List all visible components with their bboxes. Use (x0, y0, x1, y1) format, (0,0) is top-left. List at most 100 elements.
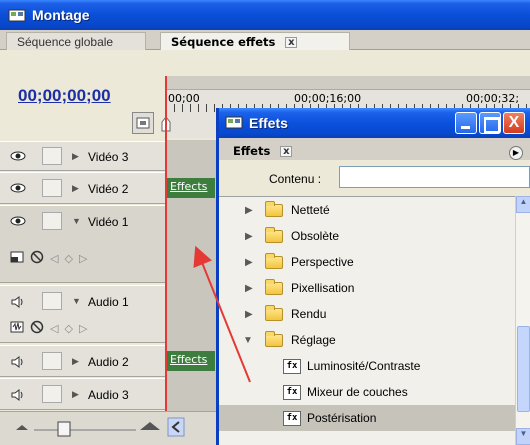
speaker-icon[interactable] (10, 355, 26, 369)
prev-keyframe-icon[interactable]: ◁ (50, 322, 58, 335)
tree-folder-pixellisation[interactable]: ▶ Pixellisation (219, 275, 515, 301)
playhead-line[interactable] (165, 76, 167, 411)
tree-item-label: Postérisation (307, 411, 377, 425)
close-button[interactable]: X (503, 112, 525, 134)
tab-close-button[interactable]: x (285, 37, 298, 48)
tree-effect-posterisation[interactable]: fx Postérisation (219, 405, 515, 431)
track-lock-toggle[interactable] (42, 212, 62, 230)
eye-icon[interactable] (10, 214, 26, 228)
expand-triangle-icon[interactable]: ▶ (245, 231, 253, 242)
track-lock-toggle[interactable] (42, 292, 62, 310)
speaker-icon[interactable] (10, 295, 26, 309)
folder-icon (265, 304, 283, 321)
effets-window: Effets X Effets x ▶ Contenu : ▶ Netteté … (216, 108, 530, 445)
tree-folder-reglage[interactable]: ▼ Réglage (219, 327, 515, 353)
collapse-triangle-icon[interactable]: ▼ (72, 296, 81, 306)
track-name: Audio 2 (88, 355, 129, 369)
clip-effects-video-2[interactable]: Effects (167, 178, 215, 198)
effects-tree: ▶ Netteté ▶ Obsolète ▶ Perspective ▶ Pix… (219, 196, 515, 445)
track-lock-toggle[interactable] (42, 385, 62, 403)
track-name: Vidéo 3 (88, 150, 129, 164)
expand-triangle-icon[interactable]: ▶ (72, 356, 79, 367)
next-keyframe-icon[interactable]: ▷ (79, 322, 87, 335)
montage-app-icon (8, 7, 26, 23)
effets-titlebar[interactable]: Effets X (219, 108, 530, 138)
keyframe-controls: ◁ ◇ ▷ (10, 320, 87, 337)
track-name: Audio 3 (88, 388, 129, 402)
eye-icon[interactable] (10, 181, 26, 195)
keyframe-toggle-icon[interactable] (30, 250, 44, 267)
expand-triangle-icon[interactable]: ▶ (245, 283, 253, 294)
tree-folder-perspective[interactable]: ▶ Perspective (219, 249, 515, 275)
eye-icon[interactable] (10, 149, 26, 163)
folder-icon (265, 226, 283, 243)
effets-app-icon (225, 114, 243, 133)
folder-icon (265, 252, 283, 269)
expand-triangle-icon[interactable]: ▶ (245, 309, 253, 320)
tree-item-label: Perspective (291, 255, 354, 269)
speaker-icon[interactable] (10, 388, 26, 402)
folder-icon (265, 330, 283, 347)
timecode-display[interactable]: 00;00;00;00 (18, 86, 111, 106)
add-keyframe-icon[interactable]: ◇ (64, 322, 72, 335)
keyframe-toggle-icon[interactable] (30, 320, 44, 337)
scroll-down-button[interactable]: ▼ (516, 428, 530, 445)
folder-icon (265, 278, 283, 295)
clip-effects-audio-2[interactable]: Effects (167, 351, 215, 371)
next-keyframe-icon[interactable]: ▷ (79, 252, 87, 265)
collapse-triangle-icon[interactable]: ▼ (243, 335, 253, 346)
tree-item-label: Réglage (291, 333, 336, 347)
tree-item-label: Obsolète (291, 229, 340, 243)
tab-sequence-globale-label: Séquence globale (17, 35, 114, 49)
tree-item-label: Luminosité/Contraste (307, 359, 421, 373)
prev-keyframe-icon[interactable]: ◁ (50, 252, 58, 265)
tree-folder-nettete[interactable]: ▶ Netteté (219, 197, 515, 223)
tab-sequence-globale[interactable]: Séquence globale (6, 32, 146, 50)
expand-triangle-icon[interactable]: ▶ (72, 183, 79, 194)
collapse-triangle-icon[interactable]: ▼ (72, 216, 81, 226)
expand-triangle-icon[interactable]: ▶ (72, 389, 79, 400)
tree-item-label: Netteté (291, 203, 330, 217)
track-name: Vidéo 2 (88, 182, 129, 196)
track-lock-toggle[interactable] (42, 179, 62, 197)
track-lock-toggle[interactable] (42, 352, 62, 370)
track-audio-3[interactable]: ▶ Audio 3 (0, 378, 165, 410)
contenu-search-input[interactable] (339, 166, 530, 188)
waveform-icon[interactable] (10, 320, 24, 337)
scroll-up-button[interactable]: ▲ (516, 196, 530, 213)
maximize-button[interactable] (479, 112, 501, 134)
panel-menu-icon[interactable]: ▶ (509, 146, 523, 160)
track-audio-2[interactable]: ▶ Audio 2 (0, 345, 165, 377)
track-audio-1[interactable]: ▼ Audio 1 ◁ ◇ ▷ (0, 285, 165, 343)
zoom-slider[interactable] (0, 412, 210, 442)
tab-effets[interactable]: Effets x (233, 144, 293, 158)
expand-triangle-icon[interactable]: ▶ (72, 151, 79, 162)
folder-icon (265, 200, 283, 217)
add-keyframe-icon[interactable]: ◇ (64, 252, 72, 265)
vertical-scrollbar[interactable]: ▲ ▼ (515, 196, 530, 445)
track-video-2[interactable]: ▶ Vidéo 2 (0, 172, 165, 204)
tree-folder-rendu[interactable]: ▶ Rendu (219, 301, 515, 327)
tree-folder-obsolete[interactable]: ▶ Obsolète (219, 223, 515, 249)
track-lock-toggle[interactable] (42, 147, 62, 165)
tab-sequence-effets[interactable]: Séquence effets x (160, 32, 350, 50)
tab-close-button[interactable]: x (280, 146, 293, 157)
track-video-1[interactable]: ▼ Vidéo 1 ◁ ◇ ▷ (0, 205, 165, 283)
tree-effect-luminosite-contraste[interactable]: fx Luminosité/Contraste (219, 353, 515, 379)
tree-item-label: Mixeur de couches (307, 385, 408, 399)
display-style-icon[interactable] (10, 250, 24, 267)
tree-effect-mixeur-de-couches[interactable]: fx Mixeur de couches (219, 379, 515, 405)
montage-tabstrip: Séquence globale Séquence effets x (0, 30, 530, 50)
work-area-bar[interactable] (166, 76, 530, 90)
snap-button[interactable] (132, 112, 154, 134)
keyframe-controls: ◁ ◇ ▷ (10, 250, 87, 267)
minimize-button[interactable] (455, 112, 477, 134)
scroll-thumb[interactable] (517, 326, 530, 412)
expand-triangle-icon[interactable]: ▶ (245, 257, 253, 268)
expand-triangle-icon[interactable]: ▶ (245, 205, 253, 216)
effets-title: Effets (249, 115, 288, 131)
tab-sequence-effets-label: Séquence effets (171, 35, 276, 49)
montage-titlebar[interactable]: Montage (0, 0, 530, 30)
track-video-3[interactable]: ▶ Vidéo 3 (0, 141, 165, 171)
tab-effets-label: Effets (233, 144, 271, 158)
